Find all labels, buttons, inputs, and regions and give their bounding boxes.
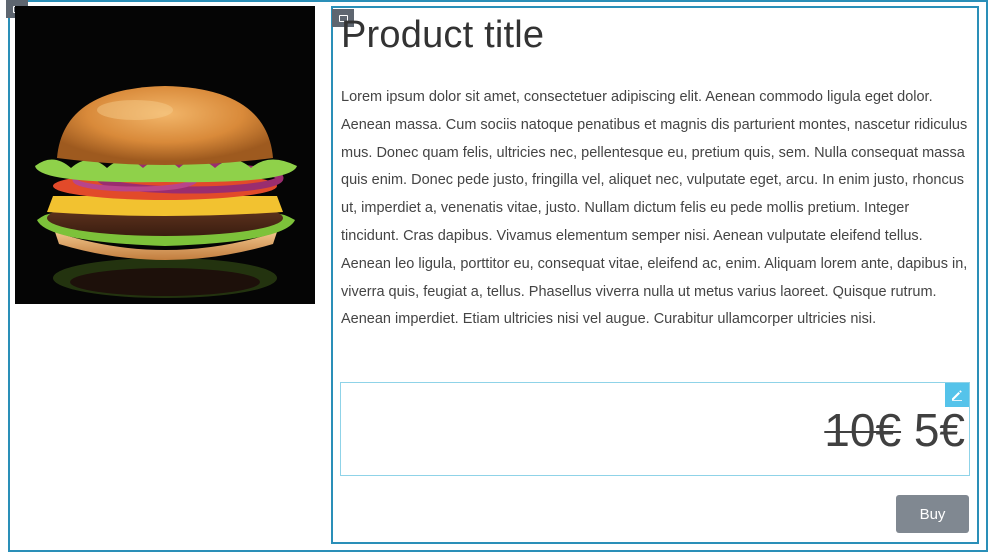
- product-description: Lorem ipsum dolor sit amet, consectetuer…: [341, 89, 968, 328]
- price-row: 10€ 5€: [824, 405, 965, 455]
- old-price: 10€: [824, 404, 902, 456]
- hamburger-photo-icon: [15, 6, 315, 304]
- buy-button[interactable]: Buy: [896, 495, 969, 533]
- product-image[interactable]: [15, 6, 315, 304]
- price-block[interactable]: 10€ 5€: [340, 382, 970, 476]
- product-title: Product title: [341, 14, 545, 56]
- new-price: 5€: [913, 404, 965, 456]
- pencil-icon: [952, 390, 962, 401]
